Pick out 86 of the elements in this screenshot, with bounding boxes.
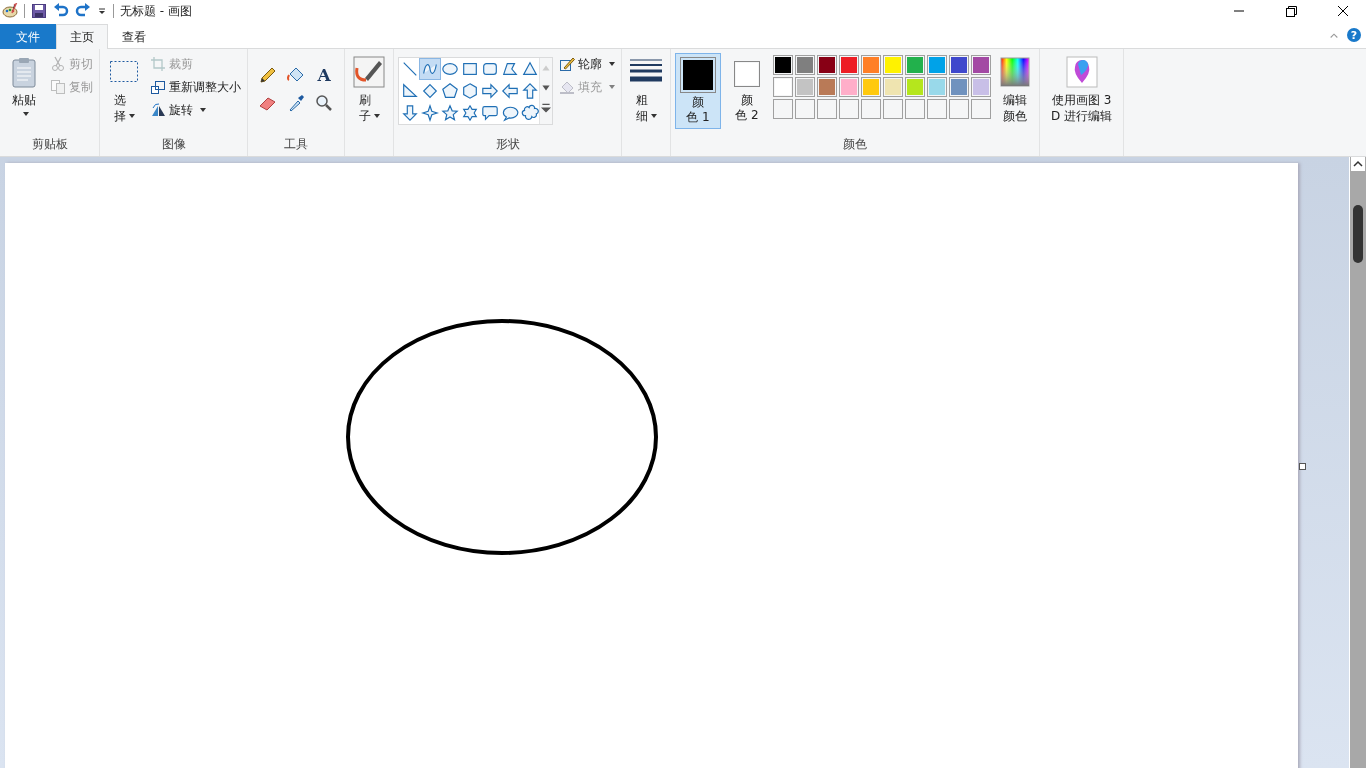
save-icon[interactable] <box>31 3 47 19</box>
curve-shape-icon[interactable] <box>419 58 441 80</box>
edit-colors-button[interactable]: 编辑颜色 <box>995 53 1035 127</box>
group-label: 图像 <box>161 136 186 153</box>
right-arrow-shape-icon[interactable] <box>479 80 501 102</box>
caret-icon <box>129 114 136 118</box>
five-point-star-shape-icon[interactable] <box>439 102 461 124</box>
empty-color-slot[interactable] <box>905 99 925 119</box>
brush-pen-icon <box>353 56 385 88</box>
down-arrow-shape-icon[interactable] <box>399 102 421 124</box>
ribbon-tab[interactable]: 查看 <box>108 24 160 49</box>
color-swatch[interactable] <box>951 79 967 95</box>
group-label: 颜色 <box>843 136 867 153</box>
file-menu-tab[interactable]: 文件 <box>0 24 56 49</box>
window-title: 无标题 - 画图 <box>120 2 192 20</box>
color-swatch[interactable] <box>907 79 923 95</box>
empty-color-slot[interactable] <box>839 99 859 119</box>
scrollbar-thumb[interactable] <box>1353 205 1363 263</box>
empty-color-slot[interactable] <box>927 99 947 119</box>
caret-icon <box>609 85 615 89</box>
caret-icon <box>374 114 381 118</box>
empty-color-slot[interactable] <box>971 99 991 119</box>
color-swatch[interactable] <box>973 79 989 95</box>
pencil-icon[interactable] <box>258 65 278 85</box>
crop-icon <box>150 56 166 72</box>
copy-icon <box>50 79 66 95</box>
select-button[interactable]: 选择 <box>104 53 144 127</box>
group-label: 剪贴板 <box>31 136 68 153</box>
size-button[interactable]: 粗细 <box>626 53 666 127</box>
color-swatch[interactable] <box>841 79 857 95</box>
color-swatch[interactable] <box>775 79 791 95</box>
empty-color-slot[interactable] <box>795 99 815 119</box>
redo-icon[interactable] <box>75 3 91 19</box>
magnifier-icon[interactable] <box>314 93 334 113</box>
color-swatch[interactable] <box>929 79 945 95</box>
color-swatch[interactable] <box>841 57 857 73</box>
empty-color-slot[interactable] <box>949 99 969 119</box>
outline-button[interactable]: 轮廓 <box>557 53 617 75</box>
customize-dropdown-icon[interactable] <box>97 6 107 16</box>
brushes-button[interactable]: 刷子 <box>349 53 389 127</box>
color-swatch[interactable] <box>951 57 967 73</box>
undo-icon[interactable] <box>53 3 69 19</box>
caret-icon <box>651 114 658 118</box>
empty-color-slot[interactable] <box>773 99 793 119</box>
caret-icon <box>200 108 206 112</box>
caret-icon <box>609 62 615 66</box>
color-swatch[interactable] <box>885 79 901 95</box>
caret-icon <box>22 112 29 116</box>
empty-color-slot[interactable] <box>883 99 903 119</box>
left-arrow-shape-icon[interactable] <box>499 80 521 102</box>
rotate-button[interactable]: 旋转 <box>148 99 243 121</box>
color-swatch[interactable] <box>907 57 923 73</box>
color-spectrum-icon <box>999 56 1031 88</box>
scroll-up-icon[interactable] <box>1351 157 1365 171</box>
empty-color-slot[interactable] <box>861 99 881 119</box>
scissors-icon <box>50 56 66 72</box>
color-swatch[interactable] <box>819 79 835 95</box>
pencil-outline-icon <box>559 56 575 72</box>
text-tool[interactable]: A <box>314 65 334 85</box>
resize-button[interactable]: 重新调整大小 <box>148 76 243 98</box>
help-icon[interactable]: ? <box>1347 28 1361 42</box>
four-point-star-shape-icon[interactable] <box>419 102 441 124</box>
color-swatch[interactable] <box>929 57 945 73</box>
color-swatch[interactable] <box>819 57 835 73</box>
empty-color-slot[interactable] <box>817 99 837 119</box>
color-swatch[interactable] <box>973 57 989 73</box>
palette-app-icon[interactable] <box>2 3 18 19</box>
paste-button[interactable]: 粘贴 <box>4 53 44 125</box>
color-slot-button[interactable]: 颜色 1 <box>675 53 721 129</box>
color-slot-button[interactable]: 颜色 2 <box>725 53 769 127</box>
paint3d-button[interactable]: 使用画图 3D 进行编辑 <box>1044 53 1120 127</box>
up-arrow-shape-icon[interactable] <box>519 80 541 102</box>
color-swatch[interactable] <box>863 57 879 73</box>
color-swatch[interactable] <box>797 57 813 73</box>
group-label: 形状 <box>495 136 520 153</box>
color-swatch[interactable] <box>863 79 879 95</box>
fill-bucket-icon <box>559 79 575 95</box>
group-label: 工具 <box>284 136 308 153</box>
color-swatch[interactable] <box>775 57 791 73</box>
resize-handle[interactable] <box>1299 463 1306 470</box>
rotate-icon <box>150 102 166 118</box>
resize-icon <box>150 79 166 95</box>
paint-drop-icon <box>1065 56 1098 88</box>
color-swatch[interactable] <box>797 79 813 95</box>
ribbon-tab[interactable]: 主页 <box>56 24 108 49</box>
color-swatch[interactable] <box>885 57 901 73</box>
